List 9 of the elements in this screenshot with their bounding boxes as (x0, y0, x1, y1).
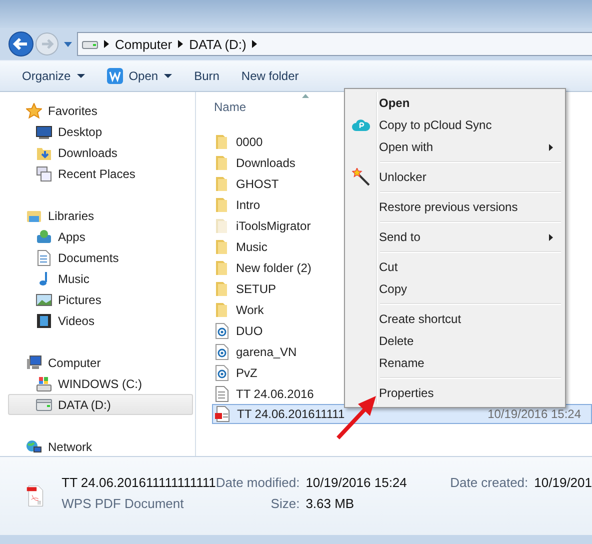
property-label: Date created: (450, 475, 528, 490)
property-label: Size: (270, 496, 300, 511)
property-value: 3.63 MB (306, 496, 354, 511)
file-name: TT 24.06.201611111111111 (62, 475, 216, 490)
date-cell: 10/19/2016 15:24 (488, 407, 581, 421)
property-value: 10/19/201 (534, 475, 592, 490)
property-value: 10/19/2016 15:24 (306, 475, 408, 490)
file-type: WPS PDF Document (62, 496, 185, 511)
property-label: Date modified: (216, 475, 300, 490)
